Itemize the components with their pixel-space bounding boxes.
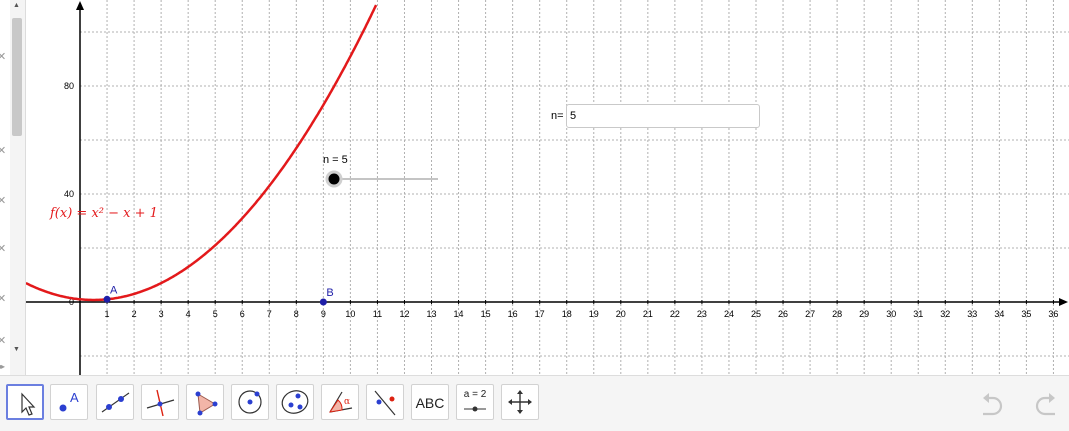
x-tick-label: 20	[616, 309, 626, 319]
x-tick-label: 14	[454, 309, 464, 319]
reflect-tool-button[interactable]	[366, 384, 404, 420]
x-tick-label: 5	[213, 309, 218, 319]
point-a-label: A	[110, 284, 118, 296]
x-tick-label: 13	[427, 309, 437, 319]
x-tick-label: 8	[294, 309, 299, 319]
move-tool-button[interactable]	[6, 384, 44, 420]
perpendicular-icon	[146, 389, 175, 417]
algebra-scrollbar[interactable]: ▲ ▼	[10, 0, 26, 375]
x-tick-label: 9	[321, 309, 326, 319]
x-tick-label: 11	[373, 309, 382, 319]
x-tick-label: 3	[159, 309, 164, 319]
x-tick-label: 18	[562, 309, 572, 319]
circle-tool-button[interactable]	[231, 384, 269, 420]
point-b[interactable]	[319, 298, 327, 306]
x-tick-label: 19	[589, 309, 599, 319]
scroll-up-icon[interactable]: ▲	[13, 2, 20, 9]
text-tool-label: ABC	[415, 395, 445, 411]
slider-handle[interactable]	[325, 170, 343, 188]
x-tick-label: 34	[994, 309, 1004, 319]
toolbar: A α ABC a = 2	[0, 375, 1069, 431]
text-tool-button[interactable]: ABC	[411, 384, 449, 420]
x-tick-label: 33	[967, 309, 977, 319]
x-tick-label: 10	[345, 309, 355, 319]
conic-tool-button[interactable]	[276, 384, 314, 420]
point-tool-button[interactable]: A	[50, 384, 88, 420]
x-tick-label: 27	[805, 309, 815, 319]
x-tick-label: 1	[105, 309, 110, 319]
x-tick-label: 17	[535, 309, 545, 319]
input-box-n[interactable]: 5	[566, 104, 760, 128]
move-arrow-icon	[21, 392, 36, 416]
axes	[26, 1, 1068, 375]
function-label[interactable]: f(x) = x² − x + 1	[49, 206, 158, 221]
graphics-view[interactable]: 1 2 3 4 5 6 7 8 9 10 11 12 13 14 15 16 17 18 19 20 21 22 23 24 2…	[26, 0, 1069, 375]
angle-tool-button[interactable]: α	[321, 384, 359, 420]
x-tick-label: 26	[778, 309, 788, 319]
slider-tool-button[interactable]: a = 2	[456, 384, 494, 420]
x-tick-label: 22	[670, 309, 680, 319]
conic-icon	[281, 390, 309, 414]
close-icon[interactable]: ✕	[0, 244, 7, 255]
x-tick-label: 30	[886, 309, 896, 319]
polygon-tool-button[interactable]	[186, 384, 224, 420]
y-tick-label: 80	[64, 81, 74, 91]
close-icon[interactable]: ✕	[0, 52, 7, 63]
scroll-down-icon[interactable]: ▼	[13, 346, 20, 353]
x-tick-label: 24	[724, 309, 734, 319]
point-b-label: B	[326, 287, 333, 299]
undo-redo-group	[983, 393, 1055, 416]
close-icon[interactable]: ✕	[0, 146, 7, 157]
input-box-caption: n=	[551, 110, 564, 122]
line-tool-button[interactable]	[96, 384, 134, 420]
undo-icon[interactable]	[983, 393, 1003, 416]
polygon-icon	[195, 391, 218, 416]
x-tick-label: 23	[697, 309, 707, 319]
x-axis-arrow	[1059, 298, 1068, 306]
x-tick-label: 36	[1048, 309, 1058, 319]
x-tick-label: 12	[399, 309, 409, 319]
close-icon[interactable]: ✕	[0, 294, 7, 305]
scrollbar-thumb[interactable]	[12, 18, 22, 136]
y-axis-arrow	[76, 1, 84, 10]
x-tick-label: 29	[859, 309, 869, 319]
slider-tool-icon	[464, 406, 486, 412]
x-tick-label: 32	[940, 309, 950, 319]
y-tick-label: 40	[64, 189, 74, 199]
move-view-icon	[508, 390, 532, 414]
reflect-icon	[374, 390, 396, 416]
x-tick-label: 31	[913, 309, 923, 319]
close-icon[interactable]: ✕	[0, 196, 7, 207]
x-tick-label: 21	[643, 309, 653, 319]
x-tick-label: 28	[832, 309, 842, 319]
x-tick-label: 7	[267, 309, 272, 319]
x-tick-label: 16	[508, 309, 518, 319]
close-icon[interactable]: ✕	[0, 336, 7, 347]
svg-text:α: α	[344, 397, 350, 407]
x-tick-label: 15	[481, 309, 491, 319]
point-icon: A	[59, 390, 79, 412]
slider-label: n = 5	[323, 154, 348, 166]
move-view-tool-button[interactable]	[501, 384, 539, 420]
svg-text:A: A	[70, 390, 79, 405]
point-a[interactable]	[103, 295, 111, 303]
x-tick-label: 6	[240, 309, 245, 319]
x-tick-label: 2	[132, 309, 137, 319]
line-icon	[101, 392, 130, 413]
x-tick-label: 35	[1021, 309, 1031, 319]
x-tick-label: 4	[186, 309, 191, 319]
resize-handle-icon[interactable]: ◂▸	[0, 362, 7, 372]
input-box-value[interactable]: 5	[570, 110, 576, 122]
circle-center-icon	[238, 390, 262, 414]
perpendicular-tool-button[interactable]	[141, 384, 179, 420]
redo-icon[interactable]	[1035, 393, 1055, 416]
angle-icon: α	[328, 391, 353, 413]
x-tick-label: 25	[751, 309, 761, 319]
